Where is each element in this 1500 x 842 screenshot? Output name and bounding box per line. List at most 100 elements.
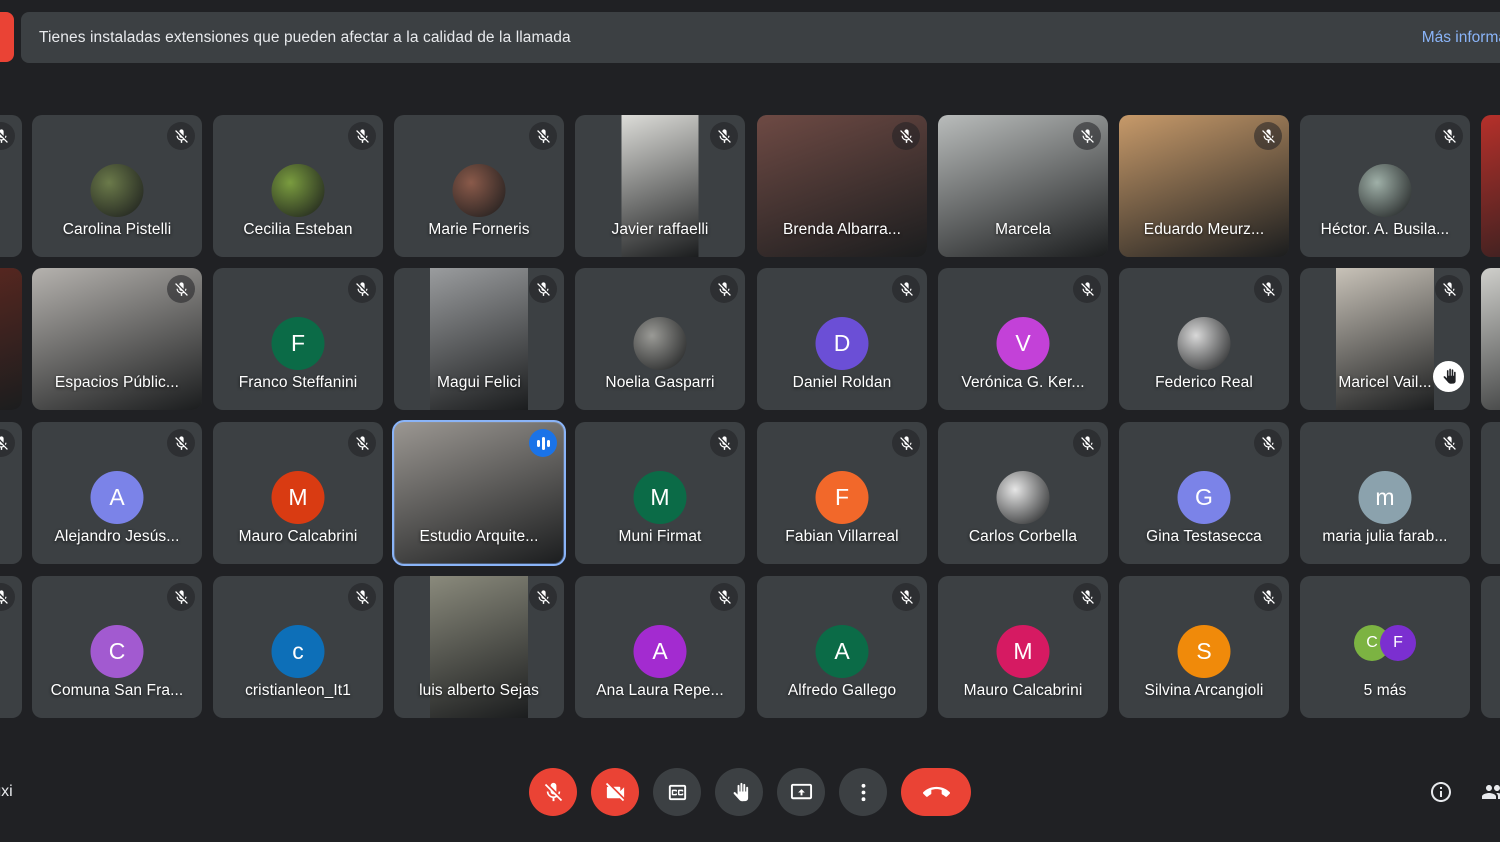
overflow-avatars: CF: [1354, 625, 1416, 661]
avatar-photo: [452, 164, 506, 217]
participant-tile[interactable]: A Alejandro Jesús...: [32, 422, 202, 564]
mic-muted-icon: [892, 122, 920, 150]
participant-name: Magui Felici: [437, 374, 521, 391]
bottom-right-icons: [1428, 779, 1500, 805]
participant-tile-clipped[interactable]: [1481, 422, 1500, 564]
participant-tile[interactable]: Héctor. A. Busila...: [1300, 115, 1470, 257]
participant-tile[interactable]: M Mauro Calcabrini: [938, 576, 1108, 718]
participant-tile[interactable]: Marcela: [938, 115, 1108, 257]
avatar-initial: M: [633, 471, 687, 524]
participant-name: Gina Testasecca: [1146, 528, 1262, 545]
mic-muted-icon: [1254, 122, 1282, 150]
participant-video: [1481, 268, 1500, 410]
mic-muted-icon: [892, 275, 920, 303]
participant-tile-clipped[interactable]: [0, 576, 22, 718]
avatar-photo: [996, 471, 1050, 524]
mic-muted-icon: [1254, 429, 1282, 457]
mic-muted-icon: [1435, 429, 1463, 457]
participant-tile[interactable]: C Comuna San Fra...: [32, 576, 202, 718]
participant-tile[interactable]: M Muni Firmat: [575, 422, 745, 564]
raise-hand-button[interactable]: [715, 768, 763, 816]
participant-tile[interactable]: Eduardo Meurz...: [1119, 115, 1289, 257]
participant-name: Federico Real: [1155, 374, 1253, 391]
mic-muted-icon: [167, 583, 195, 611]
more-options-button[interactable]: [839, 768, 887, 816]
participant-name: Carlos Corbella: [968, 528, 1078, 545]
participant-tile[interactable]: Javier raffaelli: [575, 115, 745, 257]
camera-off-button[interactable]: [591, 768, 639, 816]
participant-name: Marcela: [995, 221, 1051, 238]
bottom-control-bar: g-gxi: [0, 742, 1500, 842]
avatar-initial: V: [996, 317, 1050, 370]
participant-name: Javier raffaelli: [611, 221, 709, 238]
participant-tile[interactable]: c cristianleon_It1: [213, 576, 383, 718]
participant-tile[interactable]: Noelia Gasparri: [575, 268, 745, 410]
meeting-code: g-gxi: [0, 783, 13, 800]
participant-tile[interactable]: F Fabian Villarreal: [757, 422, 927, 564]
participant-tile-clipped[interactable]: [1481, 268, 1500, 410]
banner-more-info-link[interactable]: Más informa: [1422, 29, 1500, 47]
participant-tile-clipped[interactable]: [0, 115, 22, 257]
speaking-indicator-icon: [529, 429, 557, 457]
participant-tile[interactable]: S Silvina Arcangioli: [1119, 576, 1289, 718]
mic-muted-icon: [529, 122, 557, 150]
participant-tile-clipped[interactable]: [0, 422, 22, 564]
participant-tile-clipped[interactable]: [1481, 115, 1500, 257]
captions-button[interactable]: [653, 768, 701, 816]
avatar-initial: F: [1380, 625, 1416, 661]
participant-tile[interactable]: G Gina Testasecca: [1119, 422, 1289, 564]
participant-name: Eduardo Meurz...: [1143, 221, 1265, 238]
participant-tile[interactable]: Brenda Albarra...: [757, 115, 927, 257]
participant-tile[interactable]: Maricel Vail...: [1300, 268, 1470, 410]
participant-tile[interactable]: CF 5 más: [1300, 576, 1470, 718]
mic-muted-icon: [1435, 275, 1463, 303]
participant-tile[interactable]: Espacios Públic...: [32, 268, 202, 410]
participant-tile-clipped[interactable]: [0, 268, 22, 410]
participant-tile[interactable]: A Alfredo Gallego: [757, 576, 927, 718]
participant-name: Héctor. A. Busila...: [1320, 221, 1450, 238]
participant-tile[interactable]: Estudio Arquite...: [392, 420, 566, 566]
participant-name: Comuna San Fra...: [50, 682, 184, 699]
mic-muted-icon: [348, 429, 376, 457]
google-meet-window: Tienes instaladas extensiones que pueden…: [0, 0, 1500, 842]
end-call-button[interactable]: [901, 768, 971, 816]
participant-tile[interactable]: m maria julia farab...: [1300, 422, 1470, 564]
participant-tile[interactable]: Carlos Corbella: [938, 422, 1108, 564]
mic-muted-icon: [348, 122, 376, 150]
participant-tile[interactable]: Carolina Pistelli: [32, 115, 202, 257]
participant-tile[interactable]: Marie Forneris: [394, 115, 564, 257]
avatar-photo: [633, 317, 687, 370]
people-icon[interactable]: [1480, 779, 1500, 805]
meeting-details-icon[interactable]: [1428, 779, 1454, 805]
banner-message: Tienes instaladas extensiones que pueden…: [39, 28, 571, 46]
participant-tile-clipped[interactable]: [1481, 576, 1500, 718]
participant-tile[interactable]: Federico Real: [1119, 268, 1289, 410]
avatar-initial: A: [815, 625, 869, 678]
participant-tile[interactable]: Cecilia Esteban: [213, 115, 383, 257]
participant-tile[interactable]: D Daniel Roldan: [757, 268, 927, 410]
mic-muted-icon: [1073, 122, 1101, 150]
avatar-initial: F: [815, 471, 869, 524]
extensions-warning-banner: Tienes instaladas extensiones que pueden…: [21, 12, 1500, 63]
participant-name: Ana Laura Repe...: [596, 682, 724, 699]
mic-muted-icon: [167, 122, 195, 150]
mic-muted-icon: [1073, 429, 1101, 457]
mic-muted-icon: [167, 429, 195, 457]
participant-name: Verónica G. Ker...: [961, 374, 1085, 391]
participant-tile[interactable]: F Franco Steffanini: [213, 268, 383, 410]
participant-tile[interactable]: A Ana Laura Repe...: [575, 576, 745, 718]
participant-tile[interactable]: luis alberto Sejas: [394, 576, 564, 718]
mic-muted-icon: [0, 122, 15, 150]
avatar-photo: [1177, 317, 1231, 370]
microphone-off-button[interactable]: [529, 768, 577, 816]
participant-tile[interactable]: M Mauro Calcabrini: [213, 422, 383, 564]
participant-tile[interactable]: V Verónica G. Ker...: [938, 268, 1108, 410]
participant-video: [0, 268, 22, 410]
present-screen-button[interactable]: [777, 768, 825, 816]
avatar-initial: c: [271, 625, 325, 678]
mic-muted-icon: [710, 275, 738, 303]
mic-muted-icon: [167, 275, 195, 303]
participant-tile[interactable]: Magui Felici: [394, 268, 564, 410]
call-controls: [529, 768, 971, 816]
participant-row: A Alejandro Jesús... M Mauro Calcabrini Estu…: [0, 420, 1500, 566]
